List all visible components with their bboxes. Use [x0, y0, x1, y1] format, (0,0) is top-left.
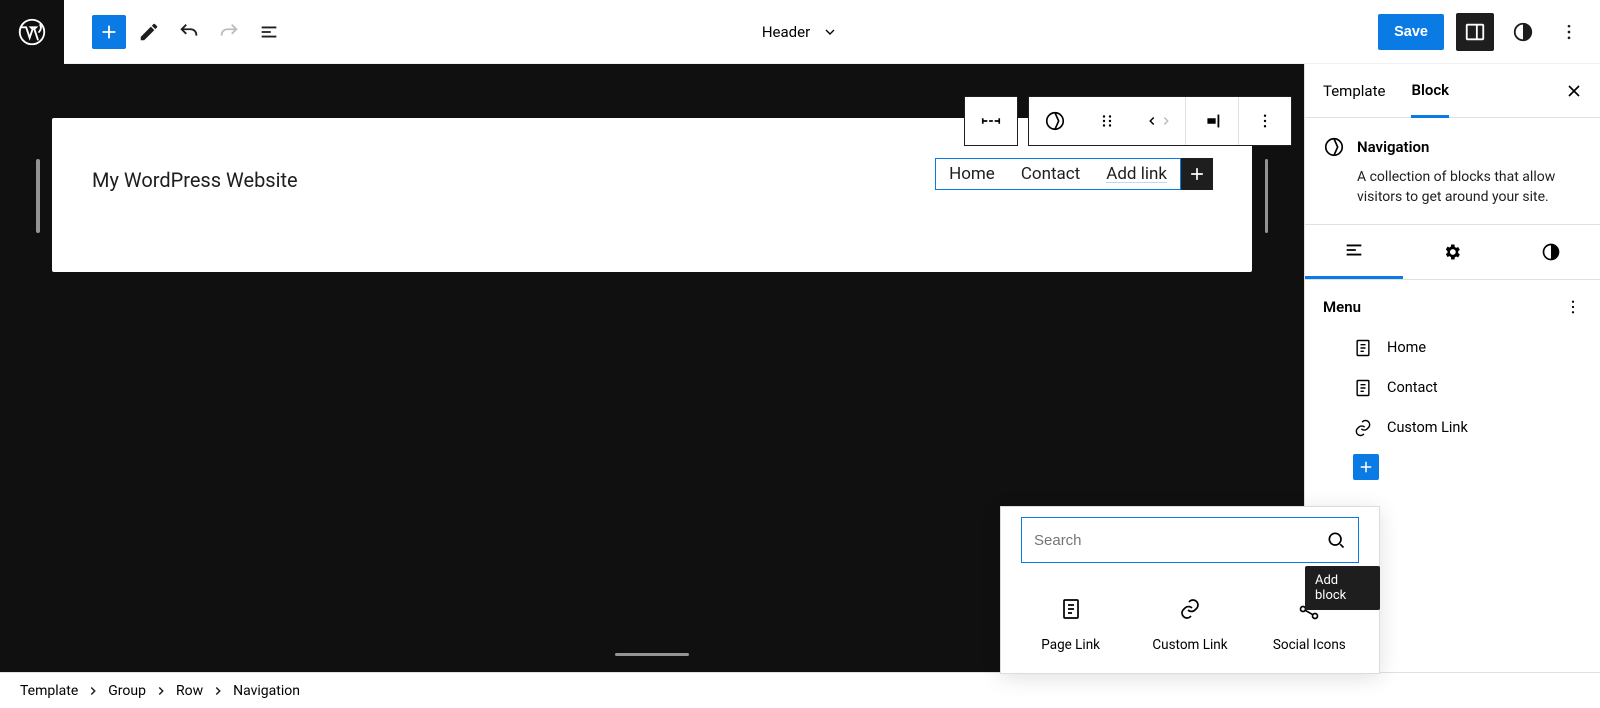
breadcrumb-item[interactable]: Navigation: [233, 683, 300, 699]
site-title[interactable]: My WordPress Website: [92, 168, 298, 192]
sidebar-toggle-button[interactable]: [1456, 13, 1494, 51]
move-buttons[interactable]: [1133, 97, 1185, 145]
breadcrumb-item[interactable]: Group: [108, 683, 146, 699]
subtab-settings[interactable]: [1403, 225, 1501, 279]
settings-sidebar: Template Block Navigation A collection o…: [1304, 64, 1600, 672]
add-menu-item-button[interactable]: [1353, 454, 1379, 480]
inserter-search[interactable]: [1021, 517, 1359, 563]
block-info-panel: Navigation A collection of blocks that a…: [1305, 118, 1600, 224]
resize-handle-right[interactable]: [1265, 159, 1269, 233]
menu-item-label: Home: [1387, 339, 1426, 356]
menu-item-contact[interactable]: Contact: [1353, 370, 1582, 406]
breadcrumb-item[interactable]: Row: [176, 683, 203, 699]
nav-add-button[interactable]: [1181, 158, 1213, 190]
toolbar-group-parent: [964, 96, 1018, 146]
nav-link-home[interactable]: Home: [936, 164, 1008, 184]
redo-button[interactable]: [212, 15, 246, 49]
justify-button[interactable]: [1186, 97, 1238, 145]
wordpress-logo[interactable]: [0, 0, 64, 64]
close-sidebar-button[interactable]: [1564, 81, 1584, 101]
navigation-block[interactable]: Home Contact Add link: [935, 158, 1181, 190]
select-parent-button[interactable]: [965, 97, 1017, 145]
nav-link-contact[interactable]: Contact: [1008, 164, 1093, 184]
topbar-left-tools: [92, 15, 286, 49]
document-title-label: Header: [762, 23, 810, 41]
document-dropdown[interactable]: Header: [762, 23, 838, 41]
menu-options-button[interactable]: [1564, 298, 1582, 316]
menu-item-label: Custom Link: [1387, 419, 1468, 436]
subtab-styles[interactable]: [1502, 225, 1600, 279]
menu-list: Home Contact Custom Link: [1353, 330, 1582, 446]
chevron-right-icon: [211, 684, 225, 698]
tab-block[interactable]: Block: [1411, 65, 1449, 118]
styles-toggle-button[interactable]: [1506, 15, 1540, 49]
more-options-button[interactable]: [1552, 15, 1586, 49]
page-icon: [1353, 338, 1373, 358]
page-icon: [1059, 597, 1083, 621]
list-view-button[interactable]: [252, 15, 286, 49]
block-toolbar: [964, 96, 1292, 146]
page-icon: [1353, 378, 1373, 398]
tab-template[interactable]: Template: [1323, 64, 1385, 117]
add-block-button[interactable]: [92, 15, 126, 49]
navigation-icon: [1323, 136, 1345, 158]
block-name-label: Navigation: [1357, 138, 1429, 156]
toolbar-group-main: [1028, 96, 1292, 146]
inserter-item-label: Page Link: [1041, 637, 1100, 653]
menu-item-custom-link[interactable]: Custom Link: [1353, 410, 1582, 446]
chevron-right-icon: [86, 684, 100, 698]
menu-item-home[interactable]: Home: [1353, 330, 1582, 366]
topbar-right-tools: Save: [1378, 13, 1600, 51]
link-icon: [1178, 597, 1202, 621]
block-type-button[interactable]: [1029, 97, 1081, 145]
inserter-item-label: Social Icons: [1273, 637, 1346, 653]
link-icon: [1353, 418, 1373, 438]
chevron-right-icon: [154, 684, 168, 698]
search-icon: [1326, 530, 1346, 550]
sidebar-tabs: Template Block: [1305, 64, 1600, 118]
resize-handle-bottom[interactable]: [615, 653, 689, 657]
menu-item-label: Contact: [1387, 379, 1438, 396]
resize-handle-left[interactable]: [36, 159, 40, 233]
topbar: Header Save: [0, 0, 1600, 64]
add-block-tooltip: Add block: [1305, 566, 1380, 610]
settings-subtabs: [1305, 224, 1600, 280]
block-options-button[interactable]: [1239, 97, 1291, 145]
menu-heading: Menu: [1323, 298, 1361, 316]
subtab-listview[interactable]: [1305, 225, 1403, 279]
nav-add-link[interactable]: Add link: [1093, 164, 1180, 184]
inserter-item-label: Custom Link: [1152, 637, 1227, 653]
undo-button[interactable]: [172, 15, 206, 49]
breadcrumb-item[interactable]: Template: [20, 683, 78, 699]
block-breadcrumb: Template Group Row Navigation: [0, 672, 1600, 708]
edit-tool-button[interactable]: [132, 15, 166, 49]
menu-panel: Menu Home Contact Custom Link: [1305, 280, 1600, 498]
inserter-item-custom-link[interactable]: Custom Link: [1140, 597, 1240, 653]
search-input[interactable]: [1034, 532, 1326, 549]
inserter-item-page-link[interactable]: Page Link: [1021, 597, 1121, 653]
save-button[interactable]: Save: [1378, 14, 1444, 50]
block-description: A collection of blocks that allow visito…: [1357, 168, 1582, 208]
drag-handle[interactable]: [1081, 97, 1133, 145]
chevron-down-icon: [822, 24, 838, 40]
